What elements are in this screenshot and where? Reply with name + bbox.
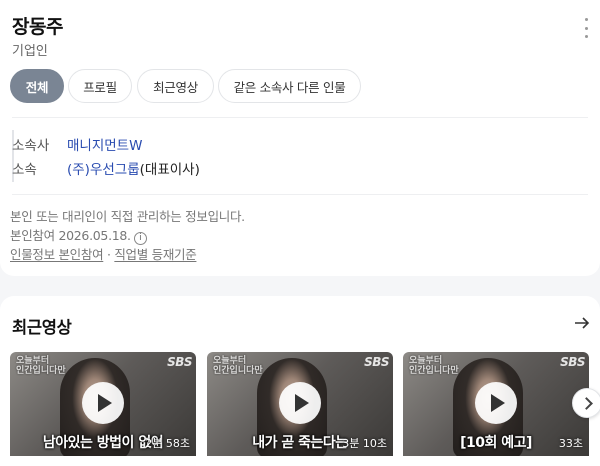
video-duration: 3분 10초 bbox=[342, 437, 387, 450]
video-thumbnail[interactable]: 오늘부터 인간입니다만 SBS 내가 곧 죽는다는 3분 10초 bbox=[207, 352, 393, 456]
arrow-right-icon[interactable] bbox=[573, 314, 591, 332]
belong-link[interactable]: (주)우선그룹 bbox=[67, 162, 140, 178]
belong-row: 소속 (주)우선그룹(대표이사) bbox=[12, 158, 200, 178]
participation-note: 본인참여 2026.05.18. i bbox=[10, 225, 147, 245]
video-thumbnail[interactable]: 오늘부터 인간입니다만 SBS 남아있는 방법이 없어 2분 58초 bbox=[10, 352, 196, 456]
section-title: 최근영상 bbox=[12, 318, 72, 337]
recent-videos-card: 최근영상 오늘부터 인간입니다만 SBS 남아있는 방법이 없어 2분 58초 … bbox=[0, 296, 600, 466]
participation-date: 본인참여 2026.05.18. bbox=[10, 228, 131, 243]
agency-row: 소속사 매니지먼트W bbox=[12, 134, 142, 154]
profile-card: 장동주 기업인 전체 프로필 최근영상 같은 소속사 다른 인물 소속사 매니지먼… bbox=[0, 0, 600, 276]
program-logo: 오늘부터 인간입니다만 bbox=[213, 356, 263, 376]
video-thumbnail[interactable]: 오늘부터 인간입니다만 SBS [10회 예고] 33초 bbox=[403, 352, 589, 456]
video-duration: 2분 58초 bbox=[145, 437, 190, 450]
play-icon[interactable] bbox=[82, 382, 124, 424]
tab-recent-videos[interactable]: 최근영상 bbox=[137, 69, 214, 103]
program-logo: 오늘부터 인간입니다만 bbox=[16, 356, 66, 376]
divider bbox=[12, 194, 588, 195]
agency-key: 소속사 bbox=[12, 138, 50, 154]
chevron-right-icon[interactable] bbox=[572, 388, 600, 418]
managed-note: 본인 또는 대리인이 직접 관리하는 정보입니다. bbox=[10, 209, 245, 224]
channel-logo: SBS bbox=[167, 355, 192, 369]
program-logo: 오늘부터 인간입니다만 bbox=[409, 356, 459, 376]
belong-key: 소속 bbox=[12, 162, 37, 178]
links-row: 인물정보 본인참여 · 직업별 등재기준 bbox=[10, 244, 197, 263]
participation-link[interactable]: 인물정보 본인참여 bbox=[10, 247, 104, 262]
play-icon[interactable] bbox=[279, 382, 321, 424]
tab-profile[interactable]: 프로필 bbox=[68, 69, 132, 103]
divider bbox=[12, 117, 588, 118]
separator: · bbox=[106, 247, 111, 262]
person-job: 기업인 bbox=[12, 44, 48, 59]
criteria-link[interactable]: 직업별 등재기준 bbox=[114, 247, 196, 262]
video-duration: 33초 bbox=[558, 437, 583, 450]
tab-all[interactable]: 전체 bbox=[10, 69, 64, 103]
play-icon[interactable] bbox=[475, 382, 517, 424]
channel-logo: SBS bbox=[364, 355, 389, 369]
belong-suffix: (대표이사) bbox=[139, 162, 200, 178]
agency-link[interactable]: 매니지먼트W bbox=[67, 138, 142, 154]
tab-same-agency[interactable]: 같은 소속사 다른 인물 bbox=[218, 69, 361, 103]
channel-logo: SBS bbox=[560, 355, 585, 369]
more-vertical-icon[interactable] bbox=[580, 18, 592, 38]
person-name: 장동주 bbox=[12, 16, 63, 38]
